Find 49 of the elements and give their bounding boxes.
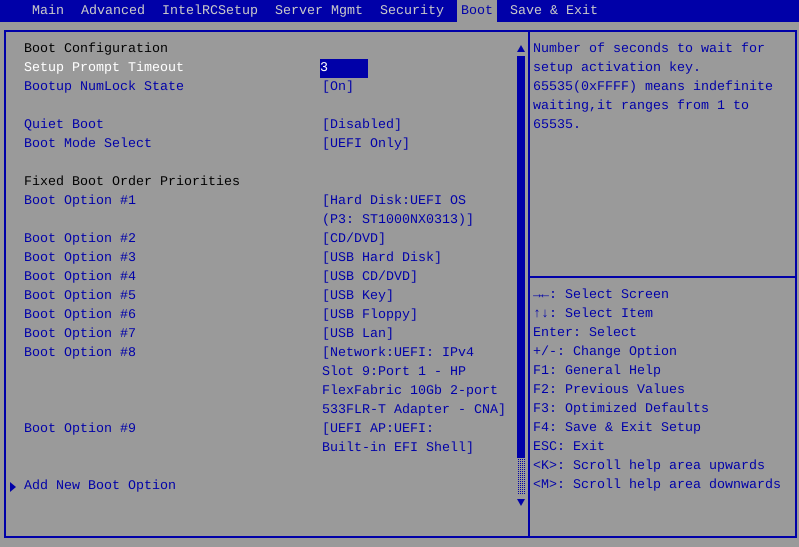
setting-label[interactable]: Quiet Boot bbox=[24, 97, 104, 135]
setting-label[interactable]: Boot Option #1 bbox=[24, 192, 136, 211]
key-hint: F1: General Help bbox=[533, 363, 661, 381]
key-hint: Enter: Select bbox=[533, 325, 637, 343]
setting-label[interactable]: Boot Mode Select bbox=[24, 135, 152, 154]
key-hint: F3: Optimized Defaults bbox=[533, 401, 709, 419]
section-heading: Boot Configuration bbox=[24, 41, 168, 59]
setting-value[interactable]: [USB Hard Disk] bbox=[322, 249, 442, 268]
key-hint: <M>: Scroll help area downwards bbox=[533, 477, 781, 495]
menu-tab[interactable]: Boot bbox=[456, 0, 497, 22]
setting-label[interactable]: Boot Option #7 bbox=[24, 325, 136, 344]
menu-tab[interactable]: Server Mgmt bbox=[270, 0, 367, 22]
setting-label[interactable]: Boot Option #2 bbox=[24, 230, 136, 249]
key-hint: ↑↓: Select Item bbox=[533, 306, 653, 324]
menu-tab[interactable]: Save & Exit bbox=[506, 0, 602, 22]
setting-label[interactable]: Boot Option #3 bbox=[24, 249, 136, 268]
setting-label[interactable]: Boot Option #6 bbox=[24, 306, 136, 325]
value-field[interactable]: 3 bbox=[320, 59, 368, 78]
menu-tab[interactable]: Security bbox=[376, 0, 448, 22]
key-hint: →←: Select Screen bbox=[533, 287, 669, 305]
submenu-link[interactable]: Add New Boot Option bbox=[24, 458, 176, 496]
setting-label[interactable]: Boot Option #8 bbox=[24, 344, 136, 363]
setting-label[interactable]: Boot Option #9 bbox=[24, 420, 136, 439]
key-hint: F2: Previous Values bbox=[533, 382, 685, 400]
setting-label[interactable]: Bootup NumLock State bbox=[24, 78, 184, 97]
menu-tab[interactable]: Main bbox=[28, 0, 68, 22]
key-hint: ESC: Exit bbox=[533, 439, 605, 457]
key-hint: +/-: Change Option bbox=[533, 344, 677, 362]
section-heading: Fixed Boot Order Priorities bbox=[24, 174, 240, 192]
setting-value[interactable]: [USB CD/DVD] bbox=[322, 268, 418, 287]
menu-tab[interactable]: Advanced bbox=[77, 0, 149, 22]
setting-value[interactable]: [Disabled] bbox=[322, 116, 402, 135]
setting-label[interactable]: Boot Option #5 bbox=[24, 287, 136, 306]
key-hint: <K>: Scroll help area upwards bbox=[533, 458, 765, 476]
menu-tab[interactable]: IntelRCSetup bbox=[158, 0, 262, 22]
setting-value[interactable]: [USB Key] bbox=[322, 287, 394, 306]
setting-value[interactable]: [UEFI AP:UEFI: Built-in EFI Shell] bbox=[322, 420, 474, 458]
setting-label[interactable]: Boot Option #4 bbox=[24, 268, 136, 287]
setting-value[interactable]: [On] bbox=[322, 78, 354, 97]
setting-label[interactable]: Setup Prompt Timeout bbox=[24, 59, 184, 78]
setting-value[interactable]: [UEFI Only] bbox=[322, 135, 410, 154]
help-description: Number of seconds to wait for setup activation key. 65535(0xFFFF) means indefinite waiting,it ranges from 1 to 65535. bbox=[533, 41, 774, 135]
key-hint: F4: Save & Exit Setup bbox=[533, 420, 701, 438]
setting-value[interactable]: [USB Lan] bbox=[322, 325, 394, 344]
setting-value[interactable]: [USB Floppy] bbox=[322, 306, 418, 325]
setting-value[interactable]: [Hard Disk:UEFI OS (P3: ST1000NX0313)] bbox=[322, 192, 474, 230]
setting-value[interactable]: [Network:UEFI: IPv4 Slot 9:Port 1 - HP FlexFabric 10Gb 2-port 533FLR-T Adapter - CNA] bbox=[322, 344, 506, 420]
submenu-arrow-icon bbox=[10, 482, 16, 492]
setting-value[interactable]: [CD/DVD] bbox=[322, 230, 386, 249]
